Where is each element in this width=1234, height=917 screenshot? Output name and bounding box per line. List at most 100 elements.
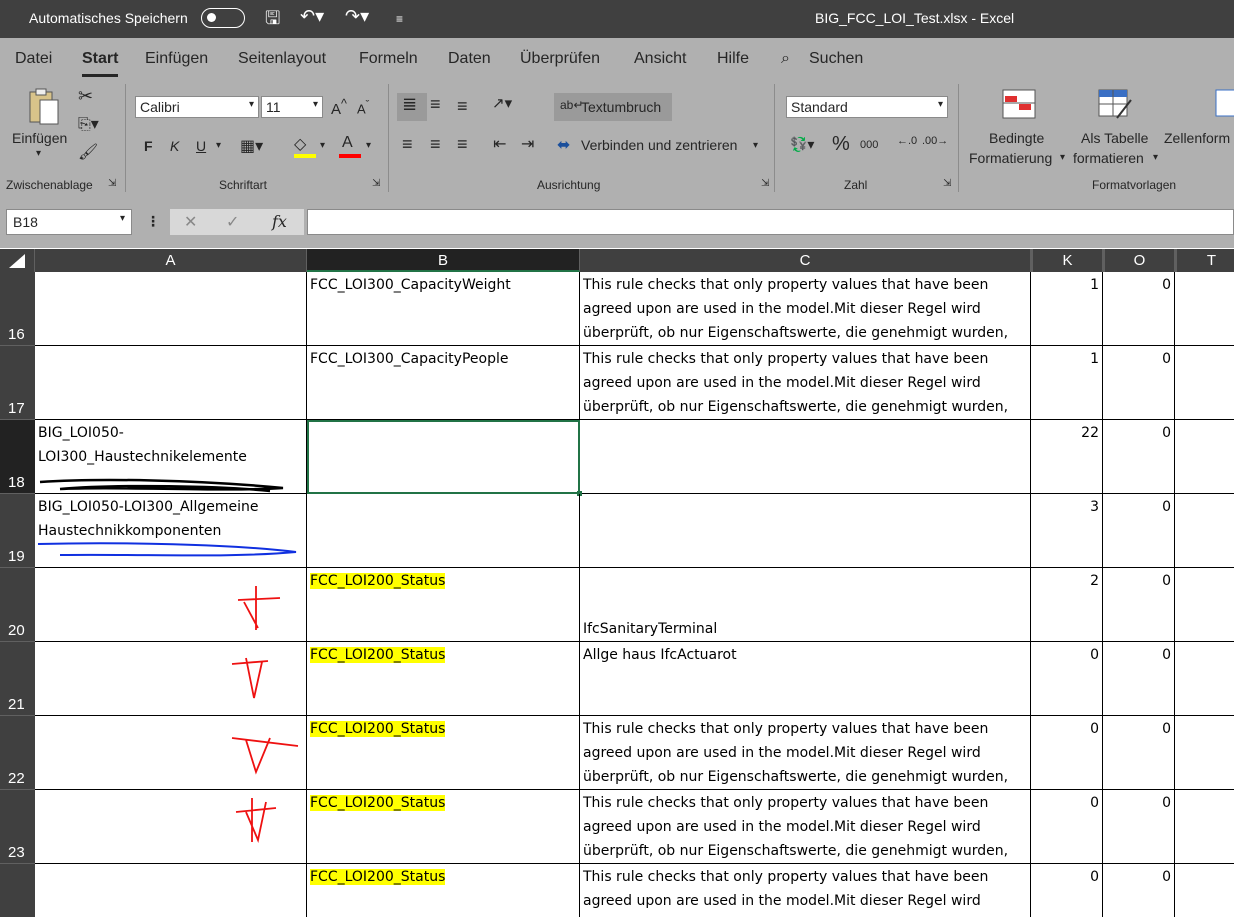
cut-icon[interactable]: ✂ — [78, 86, 93, 107]
conditional-formatting-label-2[interactable]: Formatierung — [969, 150, 1052, 166]
tab-ueberpruefen[interactable]: Überprüfen — [520, 50, 600, 68]
document-title: BIG_FCC_LOI_Test.xlsx - Excel — [815, 10, 1015, 26]
format-painter-icon[interactable]: 🖌 — [78, 142, 98, 162]
merge-dropdown-icon[interactable]: ▾ — [753, 140, 758, 151]
orientation-icon[interactable]: ↗▾ — [492, 94, 512, 112]
tab-hilfe[interactable]: Hilfe — [717, 50, 749, 68]
underline-dropdown-icon[interactable]: ▾ — [216, 140, 221, 151]
select-all-button[interactable] — [0, 249, 35, 272]
italic-button[interactable]: K — [170, 138, 179, 154]
align-right-icon[interactable]: ≡ — [457, 134, 468, 155]
separator — [958, 84, 959, 192]
name-box[interactable]: B18 ▾ — [6, 209, 132, 235]
column-header-b[interactable]: B — [307, 249, 580, 272]
conditional-formatting-icon[interactable] — [1001, 88, 1037, 120]
alignment-group-label: Ausrichtung — [537, 178, 601, 192]
toggle-knob — [207, 13, 216, 22]
merge-center-label[interactable]: Verbinden und zentrieren — [581, 137, 737, 153]
bold-button[interactable]: F — [144, 138, 153, 154]
insert-function-icon[interactable]: fx — [272, 212, 287, 231]
cancel-icon[interactable]: ✕ — [184, 212, 197, 232]
tab-daten[interactable]: Daten — [448, 50, 491, 68]
number-format-select[interactable]: Standard ▾ — [786, 96, 948, 118]
clipboard-launcher-icon[interactable]: ⇲ — [108, 178, 116, 189]
font-launcher-icon[interactable]: ⇲ — [372, 178, 380, 189]
font-color-dropdown-icon[interactable]: ▾ — [366, 140, 371, 151]
align-middle-icon[interactable]: ≡ — [430, 94, 441, 115]
ribbon: Einfügen ▾ ✂ ⎘▾ 🖌 Zwischenablage ⇲ Calib… — [0, 78, 1234, 197]
clipboard-group-label: Zwischenablage — [6, 178, 93, 192]
tab-ansicht[interactable]: Ansicht — [634, 50, 686, 68]
number-launcher-icon[interactable]: ⇲ — [943, 178, 951, 189]
decrease-decimal-icon[interactable]: .00→ — [922, 135, 948, 147]
align-center-icon[interactable]: ≡ — [430, 134, 441, 155]
currency-icon[interactable]: 💱▾ — [790, 136, 814, 153]
fill-color-dropdown-icon[interactable]: ▾ — [320, 140, 325, 151]
cell-styles-icon[interactable] — [1214, 88, 1234, 120]
paste-label[interactable]: Einfügen — [12, 130, 67, 146]
align-top-icon: ≣ — [402, 94, 418, 114]
column-header-a[interactable]: A — [35, 249, 307, 272]
enter-icon[interactable]: ✓ — [226, 212, 239, 232]
font-size-select[interactable]: 11 ▾ — [261, 96, 323, 118]
thousands-button[interactable]: 000 — [860, 139, 878, 151]
tab-formeln[interactable]: Formeln — [359, 50, 418, 68]
format-as-table-label-1[interactable]: Als Tabelle — [1081, 130, 1148, 146]
tab-datei[interactable]: Datei — [15, 50, 52, 68]
align-bottom-icon[interactable]: ≡ — [457, 96, 468, 117]
grow-font-button[interactable]: A^ — [331, 97, 347, 118]
font-color-icon[interactable]: A — [342, 134, 353, 152]
increase-indent-icon[interactable]: ⇥ — [521, 134, 534, 154]
tab-start[interactable]: Start — [82, 50, 119, 77]
undo-icon[interactable]: ↶▾ — [300, 6, 324, 27]
copy-icon[interactable]: ⎘▾ — [78, 114, 99, 134]
autosave-toggle[interactable] — [201, 8, 245, 28]
formula-buttons: ✕ ✓ fx — [170, 209, 304, 235]
save-icon[interactable]: 🖫 — [265, 6, 280, 36]
redo-icon[interactable]: ↷▾ — [345, 6, 369, 27]
font-color-swatch — [339, 154, 361, 158]
fill-color-icon[interactable]: ◇ — [294, 134, 306, 154]
font-group-label: Schriftart — [219, 178, 268, 192]
styles-group-label: Formatvorlagen — [1092, 178, 1177, 192]
align-left-icon[interactable]: ≡ — [402, 134, 413, 155]
cell-styles-label[interactable]: Zellenform — [1164, 130, 1230, 146]
red-check-marks — [231, 586, 299, 843]
decrease-indent-icon[interactable]: ⇤ — [493, 134, 506, 154]
more-options-icon[interactable]: ⋮ — [146, 213, 160, 230]
search-label[interactable]: Suchen — [809, 50, 863, 68]
alignment-launcher-icon[interactable]: ⇲ — [761, 178, 769, 189]
percent-button[interactable]: % — [832, 133, 850, 156]
tab-einfuegen[interactable]: Einfügen — [145, 50, 208, 68]
tab-seitenlayout[interactable]: Seitenlayout — [238, 50, 326, 68]
paste-dropdown-icon[interactable]: ▾ — [36, 148, 41, 159]
conditional-formatting-label-1[interactable]: Bedingte — [989, 130, 1044, 146]
column-header-t[interactable]: T — [1175, 249, 1234, 272]
customize-qat-icon[interactable]: ≡ — [396, 12, 403, 26]
separator — [125, 84, 126, 192]
annotation-overlay — [37, 478, 299, 843]
fill-color-swatch — [294, 154, 316, 158]
table-dropdown-icon[interactable]: ▾ — [1153, 152, 1158, 163]
format-as-table-label-2[interactable]: formatieren — [1073, 150, 1144, 166]
increase-decimal-icon[interactable]: ←.0 — [897, 135, 917, 147]
search-icon[interactable]: ⌕ — [781, 50, 790, 68]
column-header-k[interactable]: K — [1031, 249, 1103, 272]
worksheet-grid: 16 FCC_LOI300_CapacityWeight This rule c… — [0, 272, 1234, 917]
separator — [388, 84, 389, 192]
blue-underline-annotation — [37, 542, 297, 557]
chevron-down-icon: ▾ — [937, 99, 943, 110]
shrink-font-button[interactable]: Aˇ — [357, 99, 369, 116]
font-name-select[interactable]: Calibri ▾ — [135, 96, 259, 118]
formula-input[interactable] — [307, 209, 1234, 235]
paste-icon[interactable] — [24, 86, 64, 128]
wrap-text-icon: ab↵ — [560, 98, 584, 112]
conditional-dropdown-icon[interactable]: ▾ — [1060, 152, 1065, 163]
borders-icon[interactable]: ▦▾ — [240, 136, 263, 156]
format-as-table-icon[interactable] — [1097, 88, 1133, 120]
underline-button[interactable]: U — [196, 138, 206, 154]
black-scribble-annotation — [39, 478, 284, 493]
column-header-c[interactable]: C — [580, 249, 1031, 272]
column-header-o[interactable]: O — [1103, 249, 1175, 272]
merge-center-icon[interactable]: ⬌ — [557, 135, 570, 155]
